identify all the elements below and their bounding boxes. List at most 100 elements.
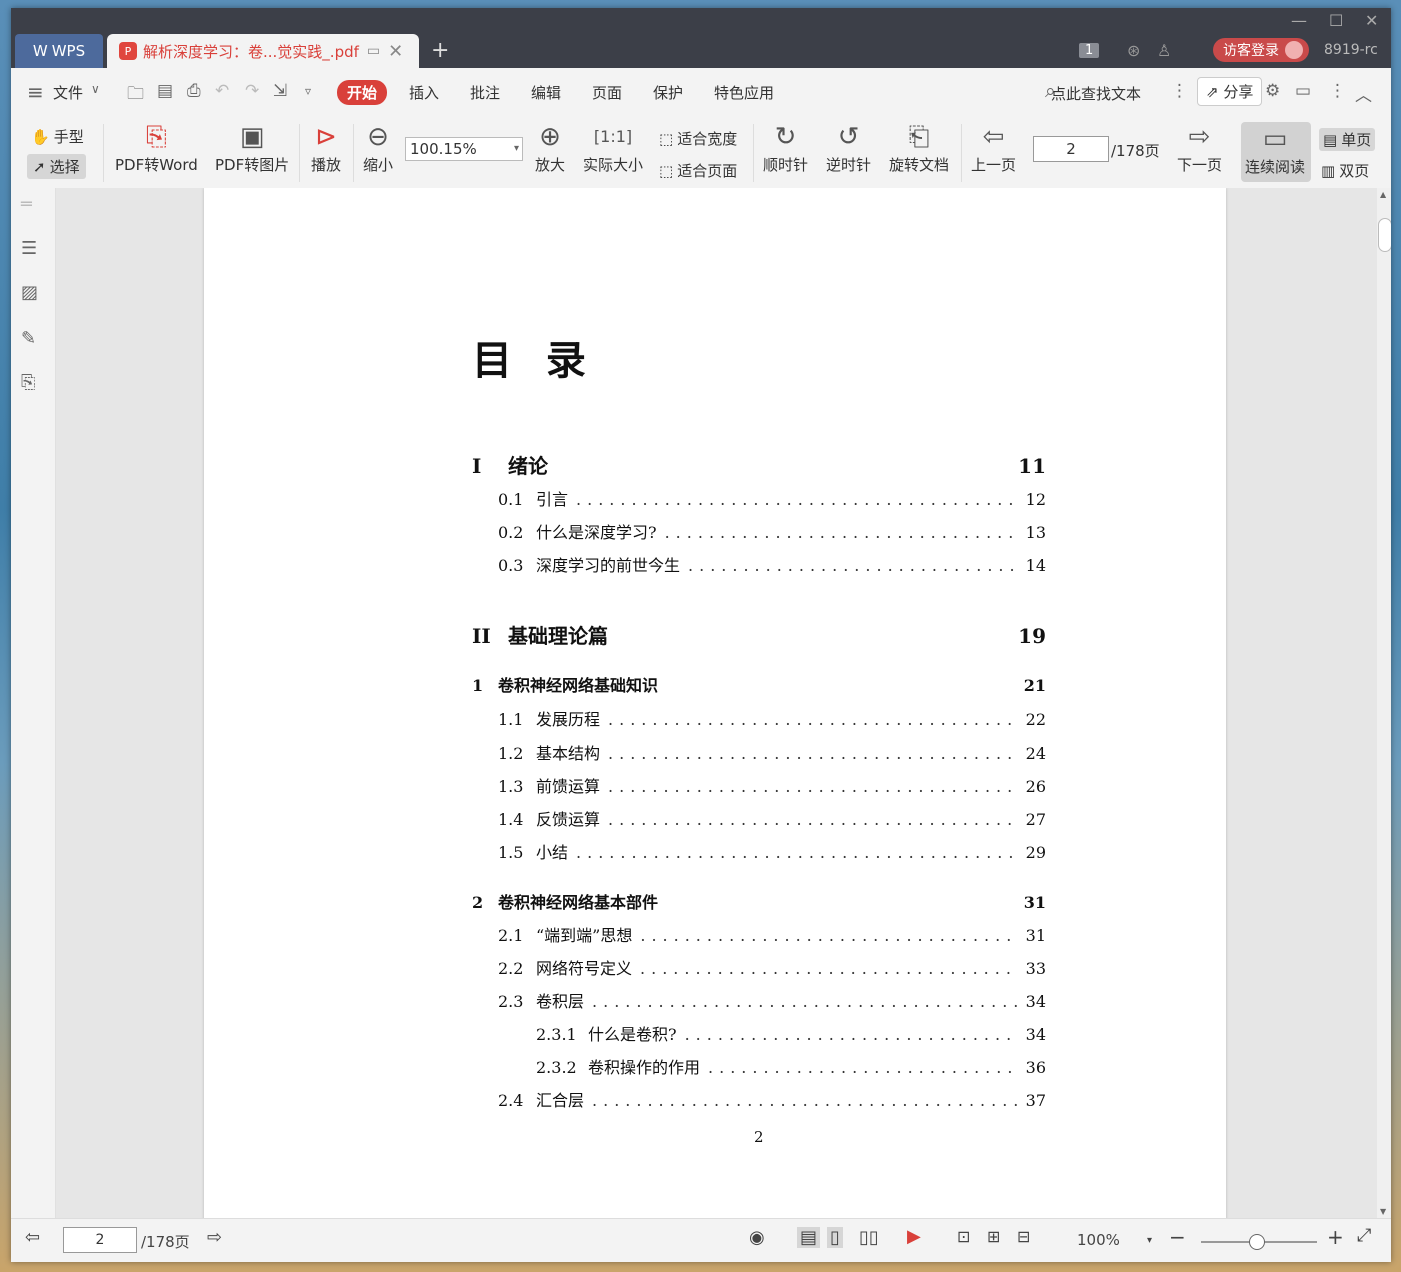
- more-vertical-icon[interactable]: ⋮: [1171, 81, 1188, 101]
- monitor-icon[interactable]: ▭: [367, 43, 380, 59]
- tab-page[interactable]: 页面: [592, 82, 622, 103]
- new-tab-icon[interactable]: +: [431, 38, 449, 63]
- page-number-input[interactable]: 2: [1033, 136, 1109, 162]
- toc-entry[interactable]: 2.2 网络符号定义...............................…: [472, 955, 1046, 979]
- zoom-minus-icon[interactable]: −: [1169, 1225, 1186, 1249]
- fit-page-status-icon[interactable]: ⊞: [987, 1227, 1000, 1246]
- next-page-button[interactable]: ⇨ 下一页: [1177, 120, 1222, 175]
- status-page-input[interactable]: 2: [63, 1227, 137, 1253]
- scroll-up-icon[interactable]: ▲: [1380, 190, 1386, 199]
- toc-entry[interactable]: I 绪论 11: [472, 450, 1046, 479]
- toc-entry[interactable]: 1 卷积神经网络基础知识 21: [472, 672, 1046, 696]
- toc-entry[interactable]: 1.1 发展历程.................................…: [472, 706, 1046, 730]
- toc-entry[interactable]: 2.3.1 什么是卷积?.............................…: [472, 1021, 1046, 1045]
- hand-tool-button[interactable]: ✋ 手型: [31, 126, 84, 147]
- save-icon[interactable]: ▤: [157, 81, 173, 101]
- drag-handle-icon[interactable]: ═: [21, 194, 32, 215]
- toc-entry[interactable]: 1.4 反馈运算.................................…: [472, 806, 1046, 830]
- close-tab-icon[interactable]: ✕: [388, 41, 403, 62]
- toc-entry[interactable]: 1.3 前馈运算.................................…: [472, 773, 1046, 797]
- login-button[interactable]: 访客登录: [1213, 38, 1309, 62]
- double-page-button[interactable]: ▥ 双页: [1321, 160, 1369, 181]
- thumbnail-icon[interactable]: ▨: [21, 282, 38, 303]
- open-folder-icon[interactable]: 🗀: [127, 81, 144, 110]
- rotate-clockwise-button[interactable]: ↻ 顺时针: [763, 120, 808, 175]
- close-window-icon[interactable]: ✕: [1365, 11, 1378, 30]
- fullscreen-icon[interactable]: ⤢: [1357, 1225, 1371, 1246]
- single-page-button[interactable]: ▤ 单页: [1319, 128, 1376, 151]
- play-button[interactable]: ⊳ 播放: [311, 120, 341, 175]
- more-icon[interactable]: ⋮: [1329, 81, 1346, 101]
- chevron-down-icon[interactable]: ∨: [91, 82, 100, 96]
- menu-file[interactable]: 文件: [53, 82, 83, 103]
- status-next-icon[interactable]: ⇨: [207, 1227, 222, 1248]
- minimize-icon[interactable]: —: [1291, 11, 1307, 30]
- zoom-slider-knob[interactable]: [1249, 1234, 1265, 1250]
- scroll-down-icon[interactable]: ▼: [1380, 1207, 1386, 1216]
- search-text-button[interactable]: 点此查找文本: [1051, 83, 1141, 104]
- toc-entry[interactable]: 0.3 深度学习的前世今生............................…: [472, 552, 1046, 576]
- vertical-scrollbar[interactable]: ▲ ▼: [1377, 188, 1391, 1218]
- toc-entry[interactable]: 2 卷积神经网络基本部件 31: [472, 889, 1046, 913]
- gear-icon[interactable]: ⚙: [1265, 81, 1280, 101]
- document-view[interactable]: 目 录 I 绪论 11 0.1 引言..........................…: [56, 188, 1377, 1218]
- zoom-plus-icon[interactable]: +: [1327, 1225, 1344, 1249]
- tab-annotate[interactable]: 批注: [470, 82, 500, 103]
- status-prev-icon[interactable]: ⇦: [25, 1227, 40, 1248]
- fit-page-button[interactable]: ⬚ 适合页面: [659, 160, 737, 181]
- zoom-in-button[interactable]: ⊕ 放大: [535, 120, 565, 175]
- user-name[interactable]: 8919-rc: [1324, 38, 1378, 62]
- fit-width-status-icon[interactable]: ⊟: [1017, 1227, 1030, 1246]
- share-button[interactable]: ⇗ 分享: [1197, 77, 1263, 106]
- toc-entry[interactable]: 2.1 “端到端”思想..............................…: [472, 922, 1046, 946]
- toc-entry[interactable]: 2.3 卷积层..................................…: [472, 988, 1046, 1012]
- cloud-icon[interactable]: ⊛: [1127, 38, 1140, 62]
- undo-icon[interactable]: ↶: [215, 81, 229, 101]
- toc-entry[interactable]: 0.2 什么是深度学习?.............................…: [472, 519, 1046, 543]
- fit-width-button[interactable]: ⬚ 适合宽度: [659, 128, 737, 149]
- zoom-out-button[interactable]: ⊖ 缩小: [363, 120, 393, 175]
- tab-count-badge[interactable]: 1: [1079, 42, 1100, 58]
- tab-insert[interactable]: 插入: [409, 82, 439, 103]
- menu-icon[interactable]: ≡: [27, 80, 44, 104]
- select-tool-button[interactable]: ➚ 选择: [27, 154, 86, 179]
- redo-icon[interactable]: ↷: [245, 81, 259, 101]
- rotate-counter-button[interactable]: ↺ 逆时针: [826, 120, 871, 175]
- rotate-document-button[interactable]: ⎗ 旋转文档: [889, 120, 949, 175]
- maximize-icon[interactable]: ☐: [1329, 11, 1343, 30]
- print-icon[interactable]: ⎙: [187, 81, 201, 101]
- comment-icon[interactable]: ▭: [1295, 81, 1311, 101]
- pdf-to-image-button[interactable]: ▣ PDF转图片: [215, 120, 289, 175]
- zoom-slider[interactable]: [1201, 1234, 1317, 1250]
- continuous-view-icon[interactable]: ▤: [797, 1227, 821, 1248]
- toc-entry[interactable]: 1.5 小结...................................…: [472, 839, 1046, 863]
- toc-entry[interactable]: 2.3.2 卷积操作的作用............................…: [472, 1054, 1046, 1078]
- tab-protect[interactable]: 保护: [653, 82, 683, 103]
- actual-size-button[interactable]: [1:1] 实际大小: [583, 120, 643, 175]
- skin-icon[interactable]: ♙: [1157, 38, 1171, 62]
- tab-wps-home[interactable]: W WPS: [15, 34, 103, 68]
- single-view-icon[interactable]: ▯: [827, 1227, 843, 1248]
- export-icon[interactable]: ⇲: [273, 81, 287, 101]
- zoom-select[interactable]: 100.15% ▾: [405, 137, 523, 161]
- status-zoom-value[interactable]: 100%: [1077, 1231, 1120, 1249]
- annotation-icon[interactable]: ✎: [21, 328, 36, 349]
- double-view-icon[interactable]: ▯▯: [859, 1227, 879, 1248]
- collapse-ribbon-icon[interactable]: ︿: [1355, 81, 1372, 106]
- zoom-dropdown-icon[interactable]: ▾: [1147, 1235, 1152, 1246]
- outline-icon[interactable]: ☰: [21, 238, 37, 259]
- scroll-thumb[interactable]: [1378, 218, 1391, 252]
- tab-start[interactable]: 开始: [337, 80, 388, 105]
- more-dropdown-icon[interactable]: ▿: [305, 84, 311, 98]
- toc-entry[interactable]: 0.1 引言...................................…: [472, 486, 1046, 510]
- tab-document[interactable]: P 解析深度学习：卷...觉实践_.pdf ▭ ✕: [107, 34, 419, 68]
- tab-special[interactable]: 特色应用: [714, 82, 774, 103]
- actual-size-status-icon[interactable]: ⊡: [957, 1227, 970, 1246]
- continuous-read-button[interactable]: ▭ 连续阅读: [1241, 122, 1311, 182]
- pdf-to-word-button[interactable]: ⎘ PDF转Word: [115, 120, 198, 175]
- toc-entry[interactable]: II 基础理论篇 19: [472, 620, 1046, 649]
- signature-icon[interactable]: ⎘: [21, 372, 35, 393]
- toc-entry[interactable]: 2.4 汇合层..................................…: [472, 1087, 1046, 1111]
- previous-page-button[interactable]: ⇦ 上一页: [971, 120, 1016, 175]
- eye-protection-icon[interactable]: ◉: [749, 1227, 765, 1248]
